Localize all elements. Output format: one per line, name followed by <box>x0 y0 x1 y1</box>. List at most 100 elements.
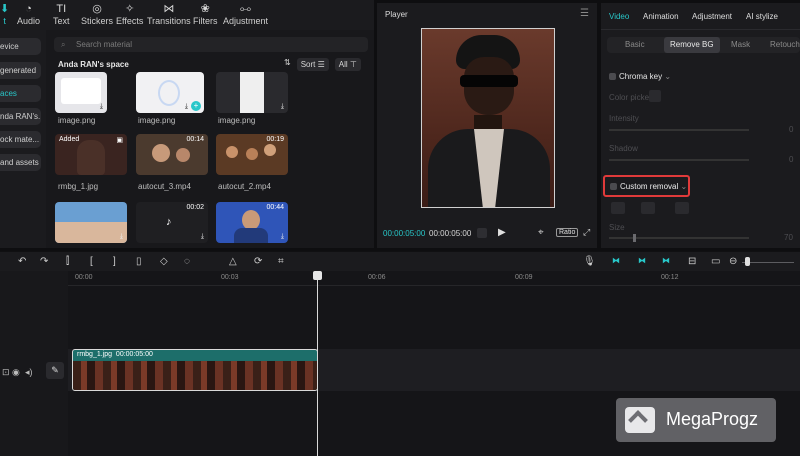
fullscreen-icon[interactable]: ⤢ <box>583 227 590 238</box>
toolbar-text[interactable]: TI Text <box>53 3 70 26</box>
tab-adjustment[interactable]: Adjustment <box>692 12 732 21</box>
nav-device[interactable]: evice <box>0 38 41 55</box>
nav-ai-generated[interactable]: generated <box>0 62 41 79</box>
subtab-remove-bg[interactable]: Remove BG <box>664 37 720 53</box>
mirror-icon[interactable]: △ <box>229 256 237 267</box>
media-thumb[interactable]: + ⤓ <box>136 72 204 113</box>
nav-stock-material[interactable]: ock mate... <box>0 131 41 148</box>
subtitle-icon[interactable]: ▭ <box>711 256 720 267</box>
add-icon[interactable]: + <box>191 101 201 111</box>
tab-ai-stylize[interactable]: AI stylize <box>746 12 778 21</box>
edit-cover-icon[interactable]: ✎ <box>46 362 64 379</box>
magnet-icon[interactable]: ⧓ <box>612 256 620 265</box>
link-icon[interactable]: ⧓ <box>638 256 646 265</box>
ratio-button[interactable]: Ratio <box>556 228 579 237</box>
preview-axis-icon[interactable]: ⧓ <box>662 256 670 265</box>
intensity-slider[interactable] <box>609 129 749 131</box>
redo-icon[interactable]: ↷ <box>40 256 48 267</box>
fit-icon[interactable]: ⌖ <box>538 227 544 238</box>
subtabs: Basic Remove BG Mask Retouch <box>607 37 800 53</box>
ruler-tick: 00:00 <box>75 274 93 281</box>
media-thumb[interactable]: ♪ 00:02 ⤓ <box>136 202 208 243</box>
playhead[interactable] <box>317 271 318 456</box>
subtab-retouch[interactable]: Retouch <box>770 37 800 53</box>
toolbar-transitions[interactable]: ⋈ Transitions <box>147 3 191 26</box>
custom-removal-checkbox[interactable] <box>610 183 617 190</box>
media-thumb[interactable]: ⤓ <box>216 72 288 113</box>
media-thumb[interactable]: 00:44 ⤓ <box>216 202 288 243</box>
watermark: MegaProgz <box>616 398 776 442</box>
media-thumb[interactable]: 00:14 <box>136 134 208 175</box>
size-value: 70 <box>784 233 793 242</box>
toolbar-effects[interactable]: ✧ Effects <box>116 3 143 26</box>
timeline-toolbar: ↶ ↷ ⫿ [ ] ▯ ◇ ◌ △ ⟳ ⌗ 🎙 ⧓ ⧓ ⧓ ⊟ ▭ ⊖ <box>0 251 800 271</box>
toolbar-adjustment[interactable]: ⧟ Adjustment <box>223 3 268 26</box>
shadow-value: 0 <box>789 155 794 164</box>
size-label: Size <box>609 223 625 232</box>
nav-brand-assets[interactable]: and assets <box>0 154 41 171</box>
undo-icon[interactable]: ↶ <box>18 256 26 267</box>
reset-tool-icon[interactable] <box>675 202 689 214</box>
nav-user-space[interactable]: nda RAN's... <box>0 108 41 125</box>
size-slider-handle[interactable] <box>633 234 636 242</box>
brush-tool-icon[interactable] <box>611 202 625 214</box>
subtab-mask[interactable]: Mask <box>731 37 750 53</box>
split-icon[interactable]: ⫿ <box>66 256 69 267</box>
split-left-icon[interactable]: [ <box>90 256 93 267</box>
split-right-icon[interactable]: ] <box>113 256 116 267</box>
zoom-slider-handle[interactable] <box>745 257 750 266</box>
total-time: 00:00:05:00 <box>429 229 472 238</box>
eraser-tool-icon[interactable] <box>641 202 655 214</box>
split-screen-icon[interactable]: ⊟ <box>688 256 696 267</box>
media-label: autocut_2.mp4 <box>218 182 271 191</box>
volume-icon[interactable]: ◂) <box>25 367 33 378</box>
top-toolbar: ⬇ t ◔ Audio TI Text ◎ Stickers ✧ Effects… <box>0 0 374 30</box>
zoom-out-icon[interactable]: ⊖ <box>729 256 737 267</box>
rotate-icon[interactable]: ⟳ <box>254 256 262 267</box>
subtab-basic[interactable]: Basic <box>625 37 645 53</box>
sort-button[interactable]: Sort ☰ <box>296 58 329 71</box>
color-picker-swatch[interactable] <box>649 90 661 102</box>
size-slider[interactable] <box>609 237 749 239</box>
chroma-key-checkbox[interactable] <box>609 73 616 80</box>
media-thumb[interactable]: Added ▣ <box>55 134 127 175</box>
playhead-handle[interactable] <box>313 271 322 280</box>
crop-icon[interactable]: ⌗ <box>278 256 284 267</box>
lock-icon[interactable]: ⊡ <box>2 367 10 378</box>
eye-icon[interactable]: ◉ <box>12 367 20 378</box>
media-thumb[interactable]: ⤓ <box>55 72 107 113</box>
nav-spaces[interactable]: aces <box>0 85 41 102</box>
toolbar-stickers[interactable]: ◎ Stickers <box>81 3 113 26</box>
media-thumb[interactable]: ⤓ <box>55 202 127 243</box>
tab-animation[interactable]: Animation <box>643 12 679 21</box>
swap-icon[interactable]: ⇅ <box>284 58 291 71</box>
chroma-key-label: Chroma key <box>619 72 663 81</box>
delete-icon[interactable]: ▯ <box>136 256 142 267</box>
search-input[interactable]: ⌕ Search material <box>54 37 368 52</box>
properties-panel: Video Animation Adjustment AI stylize Ba… <box>601 3 800 248</box>
shadow-label: Shadow <box>609 144 638 153</box>
filters-icon: ❀ <box>200 3 210 15</box>
media-label: rmbg_1.jpg <box>58 182 99 191</box>
filter-all-button[interactable]: All ⊤ <box>334 58 361 71</box>
toolbar-audio[interactable]: ◔ Audio <box>17 3 40 26</box>
color-picker-label: Color picker <box>609 93 652 102</box>
preview-frame[interactable] <box>421 28 555 208</box>
chevron-down-icon: ⌄ <box>664 72 672 81</box>
menu-icon[interactable]: ☰ <box>580 8 589 19</box>
timecode-format-icon[interactable] <box>477 228 487 238</box>
media-label: image.png <box>138 116 176 125</box>
shield-icon[interactable]: ◇ <box>160 256 168 267</box>
toolbar-filters[interactable]: ❀ Filters <box>193 3 218 26</box>
microphone-icon[interactable]: 🎙 <box>583 256 596 267</box>
timeline-clip[interactable]: rmbg_1.jpg 00:00:05:00 <box>72 349 318 391</box>
media-panel: ⌕ Search material Anda RAN's space ⇅ Sor… <box>46 30 374 248</box>
current-time: 00:00:05:00 <box>383 229 426 238</box>
download-icon: ⤓ <box>200 233 204 240</box>
toolbar-import[interactable]: ⬇ t <box>0 3 9 26</box>
media-thumb[interactable]: 00:19 <box>216 134 288 175</box>
shadow-slider[interactable] <box>609 159 749 161</box>
reverse-icon[interactable]: ◌ <box>184 256 190 267</box>
tab-video[interactable]: Video <box>609 12 629 21</box>
play-icon[interactable]: ▶ <box>498 227 506 238</box>
